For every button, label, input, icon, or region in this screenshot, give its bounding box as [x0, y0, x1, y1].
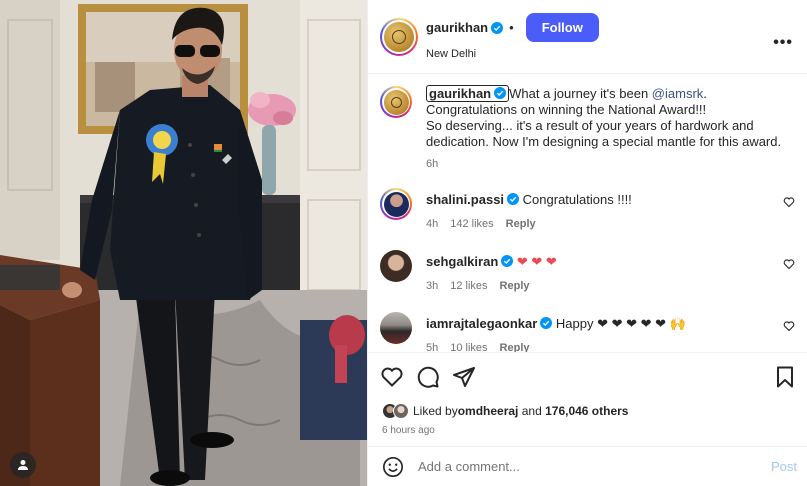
comment-item: iamrajtalegaonkar Happy ❤ ❤ ❤ ❤ ❤ 🙌 5h 10…	[380, 312, 795, 352]
liker-avatars[interactable]	[382, 403, 409, 419]
comment-text: Happy ❤ ❤ ❤ ❤ ❤ 🙌	[555, 316, 686, 331]
likes-count[interactable]: 176,046 others	[545, 404, 628, 418]
commenter-avatar[interactable]	[380, 250, 412, 282]
post-header: gaurikhan • Follow New Delhi •••	[368, 0, 807, 74]
comment-time: 3h	[426, 280, 439, 292]
user-tag-button[interactable]	[10, 452, 36, 478]
verified-badge-icon	[540, 317, 553, 329]
liker-username[interactable]: omdheeraj	[458, 404, 519, 418]
comment-time: 4h	[426, 218, 439, 230]
user-tag-icon	[18, 460, 28, 470]
post-sidebar: gaurikhan • Follow New Delhi ••• gaurikh…	[367, 0, 807, 486]
reply-button[interactable]: Reply	[500, 342, 530, 352]
photo-scene	[0, 0, 367, 486]
reply-button[interactable]: Reply	[506, 218, 536, 230]
author-username[interactable]: gaurikhan	[426, 20, 488, 35]
more-options-button[interactable]: •••	[773, 34, 793, 52]
post-photo[interactable]	[0, 0, 367, 486]
likes-summary: Liked by omdheeraj and 176,046 others	[368, 400, 807, 422]
heart-icon[interactable]	[783, 320, 795, 332]
comment-item: shalini.passi Congratulations !!!! 4h 142…	[380, 188, 795, 230]
caption: gaurikhan What a journey it's been @iamsr…	[380, 85, 795, 170]
comment-text: ❤ ❤ ❤	[516, 254, 557, 269]
comment-item: sehgalkiran ❤ ❤ ❤ 3h 12 likes Reply	[380, 250, 795, 292]
bookmark-icon[interactable]	[773, 365, 797, 389]
caption-avatar[interactable]	[380, 86, 412, 118]
likes-middle: and	[518, 404, 546, 418]
caption-username[interactable]: gaurikhan	[429, 86, 491, 101]
comment-input[interactable]	[418, 459, 718, 474]
reply-button[interactable]: Reply	[500, 280, 530, 292]
comment-text: Congratulations !!!!	[522, 192, 632, 207]
caption-time: 6h	[426, 158, 439, 170]
post-timestamp: 6 hours ago	[382, 425, 435, 436]
post-location[interactable]: New Delhi	[426, 48, 599, 60]
caption-text: gaurikhan What a journey it's been @iamsr…	[426, 85, 791, 150]
caption-mention-link[interactable]: @iamsrk	[652, 86, 703, 101]
separator-dot: •	[509, 20, 514, 35]
verified-badge-icon	[491, 21, 504, 34]
author-avatar[interactable]	[380, 17, 418, 56]
commenter-username[interactable]: iamrajtalegaonkar	[426, 316, 537, 331]
add-comment-bar: Post	[368, 446, 807, 486]
post-container: gaurikhan • Follow New Delhi ••• gaurikh…	[0, 0, 807, 486]
comment-likes[interactable]: 12 likes	[450, 280, 487, 292]
commenter-avatar[interactable]	[380, 188, 412, 220]
likes-prefix: Liked by	[413, 404, 458, 418]
commenter-avatar[interactable]	[380, 312, 412, 344]
post-comment-button[interactable]: Post	[771, 459, 797, 474]
verified-badge-icon	[501, 255, 514, 267]
comments-list: gaurikhan What a journey it's been @iamsr…	[368, 74, 807, 352]
comment-icon[interactable]	[416, 365, 440, 389]
verified-badge-icon	[507, 193, 520, 205]
commenter-username[interactable]: sehgalkiran	[426, 254, 498, 269]
share-icon[interactable]	[452, 365, 476, 389]
heart-icon[interactable]	[783, 196, 795, 208]
comment-likes[interactable]: 10 likes	[450, 342, 487, 352]
caption-line1-start: What a journey it's been	[509, 86, 652, 101]
emoji-icon[interactable]	[382, 456, 404, 478]
action-bar	[368, 352, 807, 400]
caption-line2: So deserving... it's a result of your ye…	[426, 118, 782, 149]
verified-badge-icon	[494, 87, 507, 99]
commenter-username[interactable]: shalini.passi	[426, 192, 504, 207]
heart-icon[interactable]	[783, 258, 795, 270]
comment-likes[interactable]: 142 likes	[450, 218, 493, 230]
comment-time: 5h	[426, 342, 439, 352]
follow-button[interactable]: Follow	[525, 13, 599, 42]
like-heart-icon[interactable]	[380, 365, 404, 389]
